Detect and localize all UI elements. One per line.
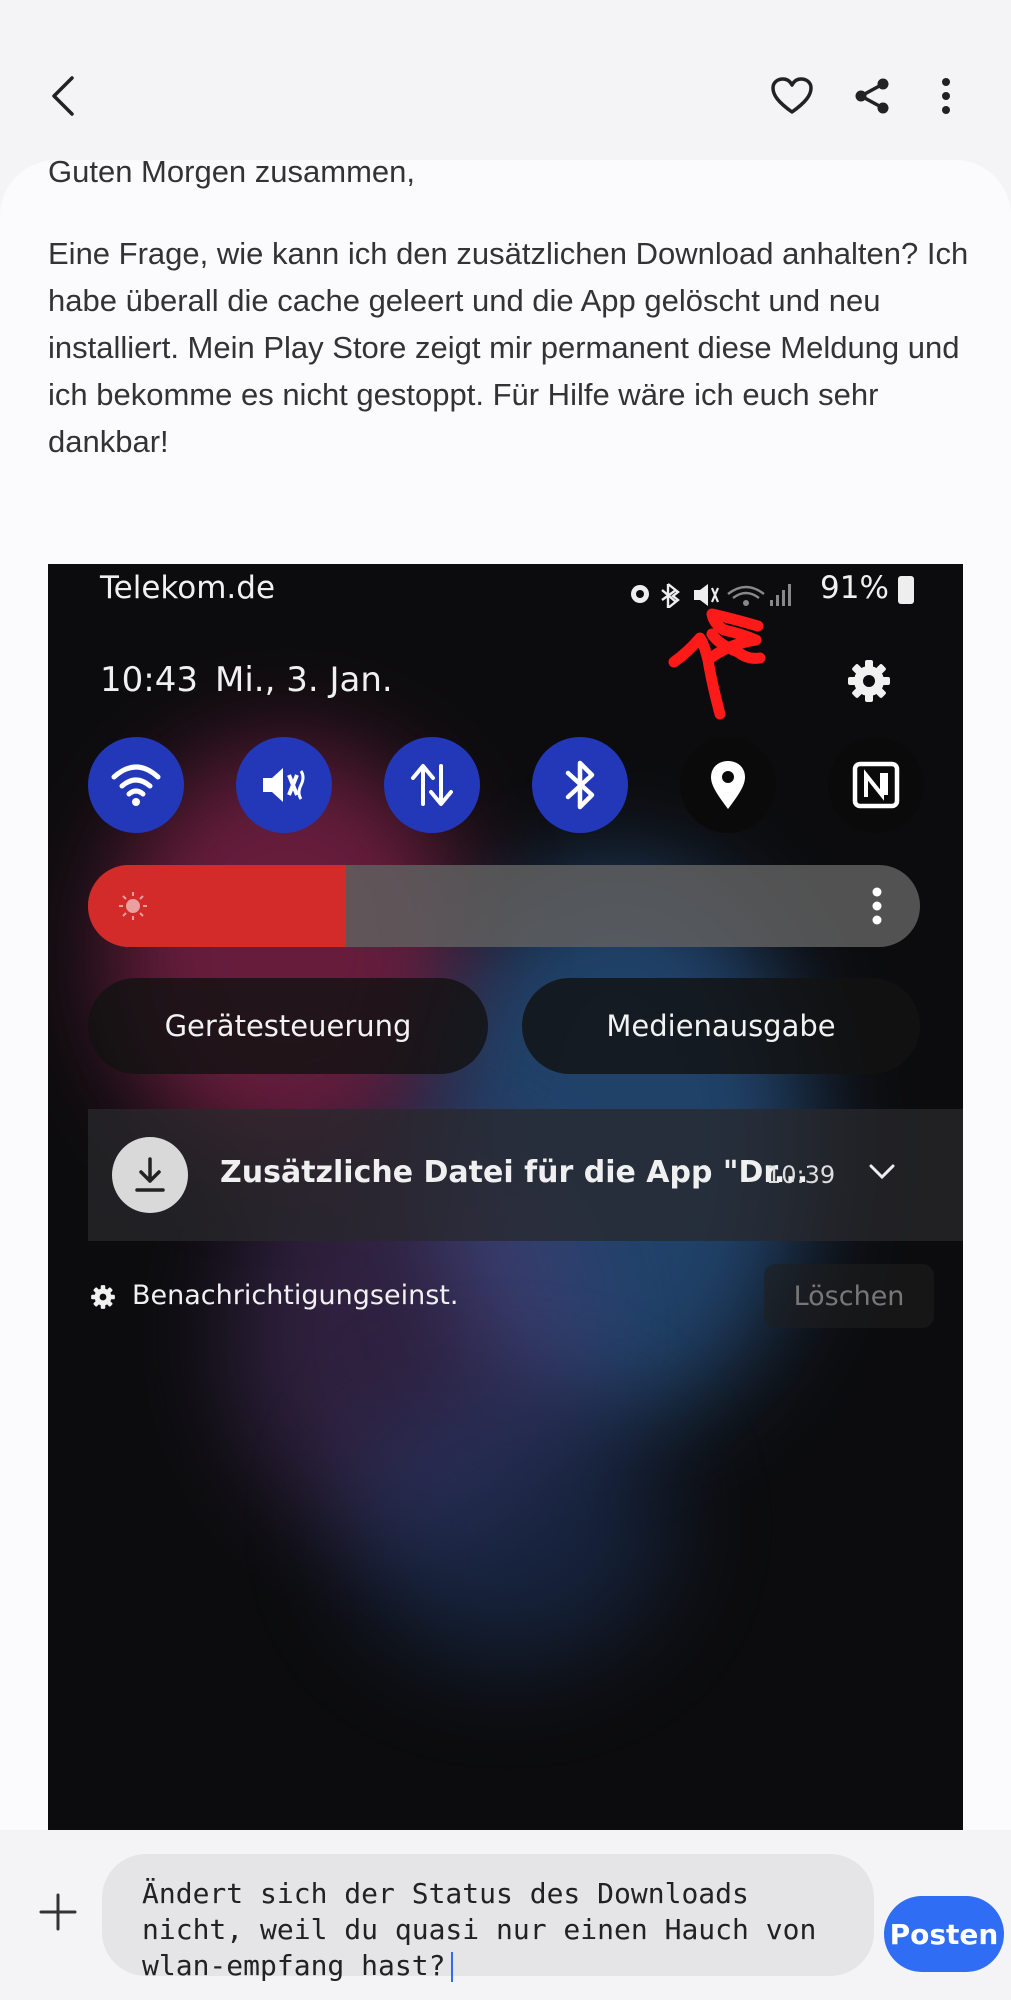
bluetooth-icon bbox=[565, 760, 595, 810]
post-body: Eine Frage, wie kann ich den zusätzliche… bbox=[48, 236, 969, 459]
brightness-more-button[interactable] bbox=[872, 887, 882, 930]
handdrawn-annotation bbox=[668, 608, 766, 720]
battery-percent: 91% bbox=[820, 570, 889, 606]
toggle-mobile-data[interactable] bbox=[384, 737, 480, 833]
notification-settings-label: Benachrichtigungseinst. bbox=[132, 1280, 459, 1311]
chevron-down-icon bbox=[869, 1164, 895, 1180]
carrier-label: Telekom.de bbox=[100, 570, 276, 606]
clear-notifications-button[interactable]: Löschen bbox=[764, 1264, 934, 1328]
download-notification[interactable]: Zusätzliche Datei für die App "Dr... 10:… bbox=[88, 1109, 963, 1241]
notification-title: Zusätzliche Datei für die App "Dr... bbox=[220, 1155, 809, 1190]
add-attachment-button[interactable] bbox=[38, 1892, 78, 1937]
panel-settings-button[interactable] bbox=[846, 658, 892, 709]
share-button[interactable] bbox=[846, 70, 898, 122]
location-icon bbox=[711, 761, 745, 809]
toggle-sound[interactable] bbox=[236, 737, 332, 833]
heart-icon bbox=[771, 77, 813, 114]
mute-icon bbox=[263, 768, 305, 802]
notification-settings-button[interactable] bbox=[90, 1284, 116, 1315]
back-button[interactable] bbox=[38, 70, 90, 122]
download-icon bbox=[135, 1157, 165, 1192]
brightness-slider[interactable] bbox=[88, 865, 920, 947]
gear-icon bbox=[848, 660, 890, 702]
nfc-icon bbox=[852, 761, 900, 809]
post-button-label: Posten bbox=[889, 1917, 999, 1951]
data-icon bbox=[411, 764, 453, 806]
share-icon bbox=[855, 78, 889, 114]
like-button[interactable] bbox=[766, 70, 818, 122]
text-caret bbox=[451, 1952, 454, 1982]
device-control-label: Gerätesteuerung bbox=[164, 1009, 412, 1043]
panel-time: 10:43 bbox=[100, 660, 198, 700]
reply-composer: Ändert sich der Status des Downloads nic… bbox=[0, 1830, 1011, 2000]
plus-icon bbox=[39, 1893, 77, 1931]
panel-date: Mi., 3. Jan. bbox=[215, 660, 393, 700]
media-output-button[interactable]: Medienausgabe bbox=[522, 978, 920, 1074]
battery-icon bbox=[898, 576, 914, 604]
gear-icon bbox=[91, 1285, 115, 1309]
toggle-wifi[interactable] bbox=[88, 737, 184, 833]
post-button[interactable]: Posten bbox=[884, 1896, 1004, 1972]
chevron-left-icon bbox=[52, 76, 74, 116]
toggle-nfc[interactable] bbox=[828, 737, 924, 833]
notification-time: 10:39 bbox=[766, 1161, 836, 1189]
more-options-button[interactable] bbox=[920, 70, 972, 122]
device-control-button[interactable]: Gerätesteuerung bbox=[88, 978, 488, 1074]
app-header bbox=[0, 0, 1011, 160]
reply-input[interactable]: Ändert sich der Status des Downloads nic… bbox=[102, 1854, 874, 1982]
clear-label: Löschen bbox=[793, 1280, 905, 1312]
toggle-location[interactable] bbox=[680, 737, 776, 833]
media-output-label: Medienausgabe bbox=[606, 1009, 836, 1043]
notification-app-icon bbox=[112, 1137, 188, 1213]
sun-icon bbox=[119, 892, 147, 920]
notification-expand-button[interactable] bbox=[868, 1163, 896, 1186]
wifi-icon bbox=[111, 764, 161, 806]
attached-screenshot[interactable]: Telekom.de 91% 10:43 Mi., 3. Jan. Geräte… bbox=[48, 564, 963, 1830]
more-vertical-icon bbox=[872, 887, 882, 925]
brightness-icon bbox=[118, 891, 148, 926]
more-vertical-icon bbox=[942, 78, 950, 114]
toggle-bluetooth[interactable] bbox=[532, 737, 628, 833]
post-card: Guten Morgen zusammen, Eine Frage, wie k… bbox=[0, 160, 1011, 1830]
reply-text: Ändert sich der Status des Downloads nic… bbox=[142, 1877, 817, 1982]
post-greeting: Guten Morgen zusammen, bbox=[48, 160, 416, 189]
